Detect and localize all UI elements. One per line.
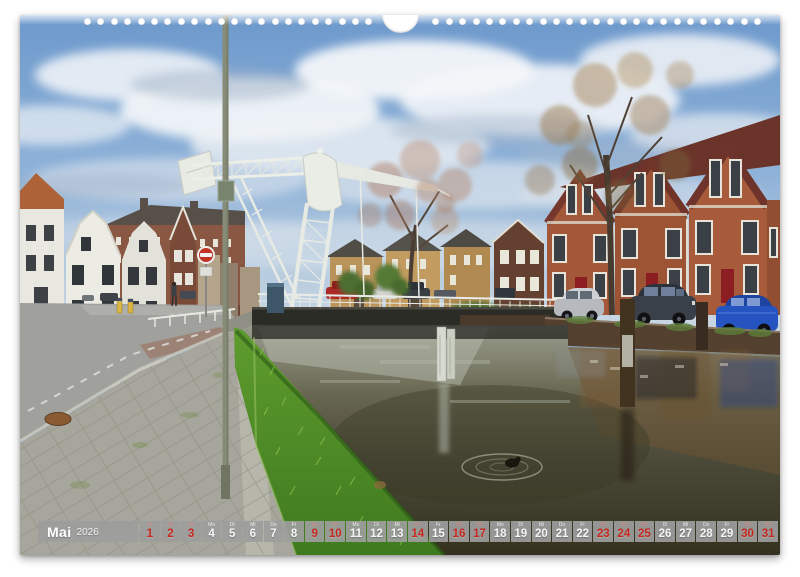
calendar-day-3: So3: [181, 521, 201, 542]
binding-hole: [714, 18, 721, 25]
calendar-day-17: So17: [470, 521, 490, 542]
calendar-day-5: Di5: [222, 521, 242, 542]
calendar-day-16: Sa16: [449, 521, 469, 542]
binding-hole: [540, 18, 547, 25]
canal-photo: [20, 15, 780, 555]
calendar-day-1: Fr1: [140, 521, 160, 542]
calendar-day-24: So24: [614, 521, 634, 542]
calendar-day-13: Mi13: [387, 521, 407, 542]
calendar-day-28: Do28: [696, 521, 716, 542]
calendar-day-23: Sa23: [593, 521, 613, 542]
binding-hole: [446, 18, 453, 25]
calendar-day-15: Fr15: [429, 521, 449, 542]
manhole-cover: [45, 413, 71, 426]
binding-hole: [205, 18, 212, 25]
calendar-day-27: Mi27: [676, 521, 696, 542]
calendar-day-20: Mi20: [532, 521, 552, 542]
calendar-day-12: Di12: [367, 521, 387, 542]
binding-hole: [486, 18, 493, 25]
calendar-product-screenshot: Mai 2026 Fr1Sa2So3Mo4Di5Mi6Do7Fr8Sa9So10…: [0, 0, 800, 577]
calendar-day-29: Fr29: [717, 521, 737, 542]
binding-hole: [687, 18, 694, 25]
calendar-day-26: Di26: [655, 521, 675, 542]
binding-hole: [312, 18, 319, 25]
binding-hole: [647, 18, 654, 25]
binding-hole: [178, 18, 185, 25]
binding-hole: [607, 18, 614, 25]
calendar-day-22: Fr22: [573, 521, 593, 542]
calendar-day-25: Mo25: [635, 521, 655, 542]
utility-cabinet: [267, 283, 284, 313]
calendar-day-2: Sa2: [161, 521, 181, 542]
calendar-day-9: Sa9: [305, 521, 325, 542]
binding-hole: [674, 18, 681, 25]
binding-hole: [352, 18, 359, 25]
binding-hole: [339, 18, 346, 25]
calendar-day-7: Do7: [264, 521, 284, 542]
binding-hole: [580, 18, 587, 25]
binding-hole: [620, 18, 627, 25]
binding-hole: [553, 18, 560, 25]
calendar-day-18: Mo18: [490, 521, 510, 542]
binding-hole: [285, 18, 292, 25]
binding-hole: [84, 18, 91, 25]
calendar-day-4: Mo4: [202, 521, 222, 542]
calendar-day-11: Mo11: [346, 521, 366, 542]
binding-hole: [272, 18, 279, 25]
binding-hole: [151, 18, 158, 25]
calendar-day-10: So10: [325, 521, 345, 542]
binding-hole: [245, 18, 252, 25]
calendar-page: Mai 2026 Fr1Sa2So3Mo4Di5Mi6Do7Fr8Sa9So10…: [20, 15, 780, 555]
binding-hole: [473, 18, 480, 25]
binding-hole: [513, 18, 520, 25]
calendar-day-30: Sa30: [738, 521, 758, 542]
month-name: Mai: [47, 524, 72, 540]
calendar-day-8: Fr8: [284, 521, 304, 542]
binding-hole: [218, 18, 225, 25]
calendar-strip: Mai 2026 Fr1Sa2So3Mo4Di5Mi6Do7Fr8Sa9So10…: [38, 521, 778, 542]
year-label: 2026: [77, 525, 99, 538]
binding-hole: [741, 18, 748, 25]
month-label-box: Mai 2026: [38, 521, 138, 542]
calendar-day-21: Do21: [552, 521, 572, 542]
binding-hole: [111, 18, 118, 25]
binding-hole: [138, 18, 145, 25]
binding-hole: [754, 18, 761, 25]
calendar-day-14: Do14: [408, 521, 428, 542]
calendar-day-19: Di19: [511, 521, 531, 542]
calendar-day-6: Mi6: [243, 521, 263, 542]
calendar-day-31: So31: [758, 521, 778, 542]
